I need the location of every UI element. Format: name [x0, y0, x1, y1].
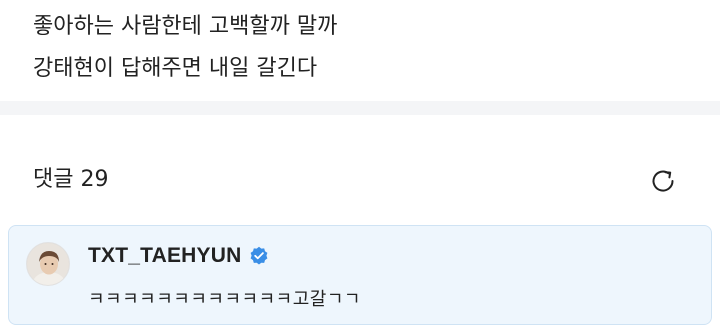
avatar[interactable]	[26, 242, 70, 286]
author-name[interactable]: TXT_TAEHYUN	[88, 243, 242, 269]
verified-badge-icon	[250, 246, 267, 265]
comment-count-label: 댓글 29	[33, 167, 109, 192]
post-page: 좋아하는 사람한테 고백할까 말까 강태현이 답해주면 내일 갈긴다 댓글 29…	[0, 0, 720, 336]
post-body: 좋아하는 사람한테 고백할까 말까 강태현이 답해주면 내일 갈긴다	[0, 0, 720, 101]
avatar-image	[27, 243, 69, 285]
post-text-line-2: 강태현이 답해주면 내일 갈긴다	[33, 56, 318, 81]
refresh-icon	[652, 170, 674, 192]
section-divider	[0, 101, 720, 115]
comment-author: TXT_TAEHYUN	[88, 243, 269, 269]
post-text-line-1: 좋아하는 사람한테 고백할까 말까	[33, 14, 338, 39]
comments-header: 댓글 29	[0, 115, 720, 225]
pinned-comment-card[interactable]: TXT_TAEHYUN ㅋㅋㅋㅋㅋㅋㅋㅋㅋㅋㅋㅋ고갈ㄱㄱ	[8, 225, 712, 325]
refresh-button[interactable]	[645, 163, 681, 199]
comment-text: ㅋㅋㅋㅋㅋㅋㅋㅋㅋㅋㅋㅋ고갈ㄱㄱ	[88, 289, 361, 310]
